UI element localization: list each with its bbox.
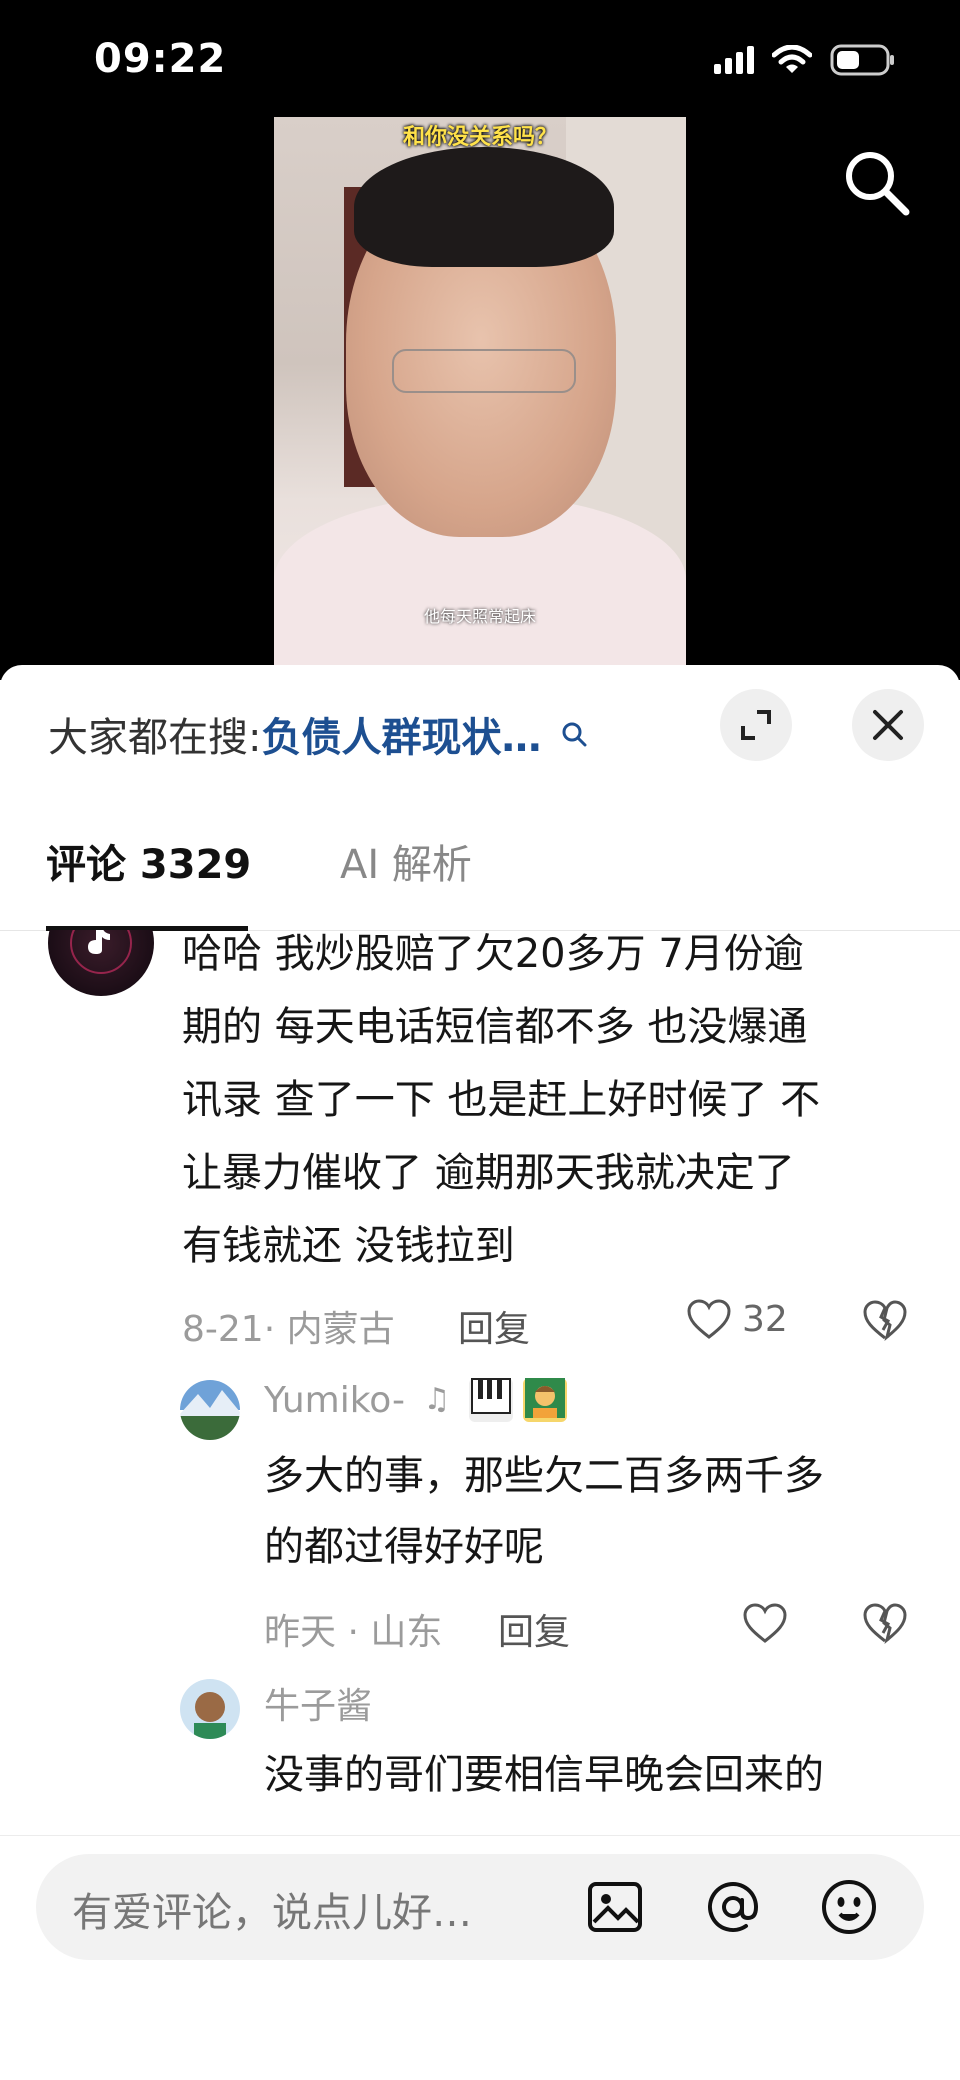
reply-avatar[interactable]: [180, 1380, 240, 1440]
piano-icon: [469, 1378, 513, 1422]
dislike-icon[interactable]: [862, 1299, 908, 1341]
wifi-icon: [772, 45, 812, 73]
comment-meta: 8-21· 内蒙古: [182, 1309, 395, 1350]
video-caption-top: 和你没关系吗？: [402, 125, 557, 150]
hot-search-keyword[interactable]: 负债人群现状…: [261, 705, 541, 763]
dislike-icon[interactable]: [862, 1602, 908, 1644]
like-button[interactable]: 32: [686, 1298, 788, 1340]
video-caption-bottom: 他每天照常起床: [423, 607, 536, 626]
reply-button[interactable]: 回复: [458, 1300, 530, 1352]
expand-button[interactable]: [720, 689, 792, 761]
small-search-icon: [562, 722, 587, 747]
glasses: [392, 349, 576, 393]
music-note-icon: ♫: [423, 1382, 451, 1417]
video-area: 09:22 和你没关系吗？ 他每天照常起床: [0, 0, 960, 680]
status-time: 09:22: [94, 36, 227, 82]
teacher-emoji-icon: [523, 1378, 567, 1422]
reply-avatar[interactable]: [180, 1679, 240, 1739]
comment-line: 期的 每天电话短信都不多 也没爆通: [182, 1004, 808, 1050]
tiktok-logo-icon: [70, 930, 132, 974]
search-icon[interactable]: [842, 148, 912, 218]
mention-icon[interactable]: [702, 1876, 764, 1938]
hot-search-prefix: 大家都在搜:: [48, 715, 262, 761]
reply-line: 多大的事，那些欠二百多两千多: [264, 1453, 824, 1499]
close-icon: [873, 710, 903, 740]
hot-search[interactable]: 大家都在搜: 负债人群现状…: [48, 705, 587, 763]
reply-line: 没事的哥们要相信早晚会回来的: [264, 1752, 824, 1798]
reply-username[interactable]: Yumiko- ♫: [264, 1378, 567, 1422]
emoji-icon[interactable]: [818, 1876, 880, 1938]
reply-line: 的都过得好好呢: [264, 1524, 544, 1570]
comment-line: 让暴力催收了 逾期那天我就决定了: [182, 1150, 795, 1196]
like-count: 32: [742, 1298, 788, 1340]
comment-input-bar: 有爱评论，说点儿好…: [0, 1835, 960, 2080]
tab-comments[interactable]: 评论 3329: [46, 835, 251, 895]
comment-tabs: 评论 3329 AI 解析: [0, 835, 960, 931]
status-icons: [714, 44, 896, 76]
comment-input-placeholder: 有爱评论，说点儿好…: [72, 1890, 472, 1936]
battery-icon: [830, 44, 894, 76]
reply-button[interactable]: 回复: [498, 1603, 570, 1655]
reply-meta: 昨天 · 山东: [264, 1612, 443, 1653]
heart-icon: [687, 1299, 731, 1339]
video-frame[interactable]: 和你没关系吗？ 他每天照常起床: [274, 117, 686, 665]
avatar[interactable]: [48, 930, 154, 996]
comment-input[interactable]: 有爱评论，说点儿好…: [36, 1854, 924, 1960]
comment-line: 哈哈 我炒股赔了欠20多万 7月份逾: [182, 931, 804, 977]
comment-line: 有钱就还 没钱拉到: [182, 1223, 515, 1269]
heart-icon[interactable]: [742, 1602, 788, 1644]
expand-icon: [741, 710, 771, 740]
reply-username[interactable]: 牛子酱: [264, 1677, 372, 1729]
comment-line: 讯录 查了一下 也是赶上好时候了 不: [182, 1077, 821, 1123]
comment-list: 哈哈 我炒股赔了欠20多万 7月份逾 期的 每天电话短信都不多 也没爆通 讯录 …: [0, 930, 960, 1500]
close-button[interactable]: [852, 689, 924, 761]
image-icon[interactable]: [584, 1876, 646, 1938]
tab-ai-analysis[interactable]: AI 解析: [340, 835, 472, 895]
signal-icon: [714, 46, 754, 74]
